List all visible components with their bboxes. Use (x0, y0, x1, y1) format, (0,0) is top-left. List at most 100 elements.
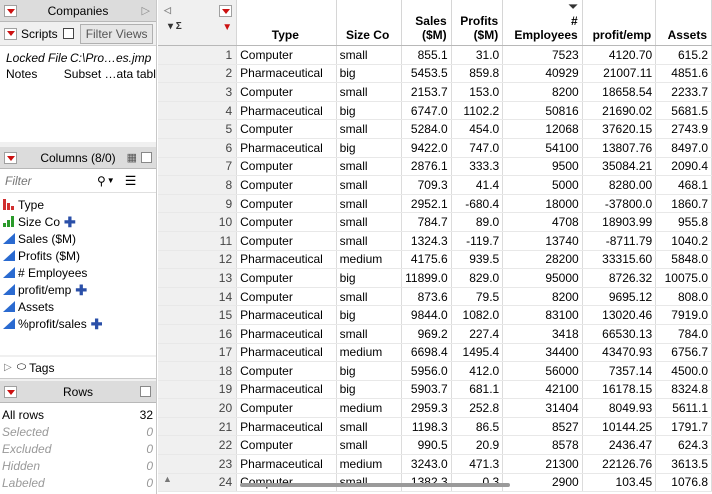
table-cell[interactable]: -119.7 (451, 231, 504, 251)
table-cell[interactable]: 13807.76 (582, 138, 657, 158)
table-cell[interactable]: 21007.11 (582, 64, 657, 84)
table-cell[interactable]: 9500 (502, 157, 583, 177)
data-grid[interactable]: ◁ ▾ Σ ▼ Type Size Co Sales ($M) Profits ($M… (158, 0, 712, 494)
scrollbar-thumb[interactable] (240, 483, 510, 487)
table-cell[interactable]: 54100 (502, 138, 583, 158)
row-number[interactable]: 10 (158, 212, 238, 232)
table-cell[interactable]: small (336, 82, 402, 102)
table-cell[interactable]: Pharmaceutical (236, 305, 337, 325)
table-cell[interactable]: 8324.8 (655, 380, 712, 400)
data-table[interactable]: ◁ ▾ Σ ▼ Type Size Co Sales ($M) Profits ($M… (158, 0, 712, 493)
table-row[interactable]: 22 Computer small 990.5 20.9 8578 2436.47 624.3 (158, 435, 712, 456)
table-cell[interactable]: 153.0 (451, 82, 504, 102)
row-number[interactable]: 16 (158, 324, 238, 344)
column-header[interactable]: ⏷ # Employees (502, 0, 583, 46)
rows-panel-header[interactable]: Rows (0, 381, 156, 403)
table-cell[interactable]: 5611.1 (655, 398, 712, 418)
column-header[interactable]: Size Co (336, 0, 402, 46)
table-cell[interactable]: 2952.1 (401, 194, 452, 214)
table-cell[interactable]: 21300 (502, 454, 583, 474)
table-cell[interactable]: Computer (236, 175, 337, 195)
table-cell[interactable]: 22126.76 (582, 454, 657, 474)
table-row[interactable]: 8 Computer small 709.3 41.4 5000 8280.00 468.1 (158, 175, 712, 195)
table-cell[interactable]: big (336, 138, 402, 158)
table-cell[interactable]: 4708 (502, 212, 583, 232)
row-number[interactable]: 14 (158, 287, 238, 307)
column-filter-input[interactable] (5, 171, 91, 190)
table-cell[interactable]: 31404 (502, 398, 583, 418)
table-cell[interactable]: Computer (236, 231, 337, 251)
row-number[interactable]: 5 (158, 119, 238, 139)
column-item[interactable]: Sales ($M) (0, 230, 156, 247)
scroll-up-icon[interactable]: ▲ (163, 474, 172, 484)
tags-row[interactable]: ▷ ⬭ Tags (0, 357, 156, 379)
table-cell[interactable]: 28200 (502, 250, 583, 270)
scripts-menu-icon[interactable] (4, 27, 17, 40)
row-number[interactable]: 19 (158, 380, 238, 400)
table-cell[interactable]: 808.0 (655, 287, 712, 307)
table-cell[interactable]: 10144.25 (582, 417, 657, 437)
row-number[interactable]: 3 (158, 82, 238, 102)
table-cell[interactable]: 20.9 (451, 435, 504, 456)
table-cell[interactable]: big (336, 361, 402, 381)
table-cell[interactable]: 8049.93 (582, 398, 657, 418)
row-number[interactable]: 22 (158, 435, 238, 456)
row-number[interactable]: 12 (158, 250, 238, 270)
table-cell[interactable]: 3243.0 (401, 454, 452, 474)
filter-options-icon[interactable]: ☰ (125, 173, 137, 189)
table-cell[interactable]: 95000 (502, 268, 583, 288)
table-cell[interactable]: 89.0 (451, 212, 504, 232)
table-cell[interactable]: 12068 (502, 119, 583, 139)
row-header-corner[interactable]: ◁ ▾ Σ ▼ (158, 0, 238, 46)
column-header[interactable]: Assets (655, 0, 712, 46)
table-cell[interactable]: 4120.70 (582, 45, 657, 65)
table-cell[interactable]: 4175.6 (401, 250, 452, 270)
row-number[interactable]: 21 (158, 417, 238, 437)
table-cell[interactable]: 5000 (502, 175, 583, 195)
table-cell[interactable]: 8200 (502, 82, 583, 102)
table-cell[interactable]: 709.3 (401, 175, 452, 195)
table-cell[interactable]: 747.0 (451, 138, 504, 158)
table-cell[interactable]: 8200 (502, 287, 583, 307)
row-number[interactable]: 17 (158, 343, 238, 363)
column-header[interactable]: Sales ($M) (401, 0, 452, 46)
table-cell[interactable]: 6756.7 (655, 343, 712, 363)
row-number[interactable]: 15 (158, 305, 238, 325)
formula-plus-icon[interactable]: ✚ (91, 317, 103, 331)
table-row[interactable]: 14 Computer small 873.6 79.5 8200 9695.12 808.0 (158, 287, 712, 307)
table-cell[interactable]: small (336, 194, 402, 214)
table-cell[interactable]: -37800.0 (582, 194, 657, 214)
table-cell[interactable]: 16178.15 (582, 380, 657, 400)
table-cell[interactable]: 11899.0 (401, 268, 452, 288)
table-cell[interactable]: medium (336, 250, 402, 270)
table-cell[interactable]: 6698.4 (401, 343, 452, 363)
column-grid-icon[interactable]: ▦ (127, 151, 137, 164)
column-item[interactable]: # Employees (0, 264, 156, 281)
table-cell[interactable]: small (336, 417, 402, 437)
table-cell[interactable]: 66530.13 (582, 324, 657, 344)
table-cell[interactable]: small (336, 212, 402, 232)
column-item[interactable]: profit/emp ✚ (0, 281, 156, 298)
expand-tags-icon[interactable]: ▷ (4, 362, 12, 373)
rows-state-item[interactable]: Hidden 0 (0, 457, 156, 474)
table-cell[interactable]: -8711.79 (582, 231, 657, 251)
row-number[interactable]: 2 (158, 64, 238, 84)
row-number[interactable]: 8 (158, 175, 238, 195)
table-cell[interactable]: 5848.0 (655, 250, 712, 270)
table-row[interactable]: 20 Computer medium 2959.3 252.8 31404 8049.93 5… (158, 398, 712, 418)
table-cell[interactable]: small (336, 287, 402, 307)
table-cell[interactable]: Pharmaceutical (236, 250, 337, 270)
formula-plus-icon[interactable]: ✚ (64, 215, 76, 229)
table-cell[interactable]: 37620.15 (582, 119, 657, 139)
scripts-checkbox[interactable] (62, 28, 74, 39)
column-item[interactable]: Profits ($M) (0, 247, 156, 264)
table-row[interactable]: 12 Pharmaceutical medium 4175.6 939.5 28200 33… (158, 250, 712, 270)
sort-icon[interactable]: ▾ Σ (168, 20, 182, 34)
table-cell[interactable]: 41.4 (451, 175, 504, 195)
column-header[interactable]: Profits ($M) (451, 0, 504, 46)
table-cell[interactable]: 18658.54 (582, 82, 657, 102)
table-cell[interactable]: 8497.0 (655, 138, 712, 158)
search-icon[interactable]: ⚲ (97, 174, 106, 188)
row-number[interactable]: 23 (158, 454, 238, 474)
column-menu-icon[interactable]: ▼ (222, 21, 232, 35)
